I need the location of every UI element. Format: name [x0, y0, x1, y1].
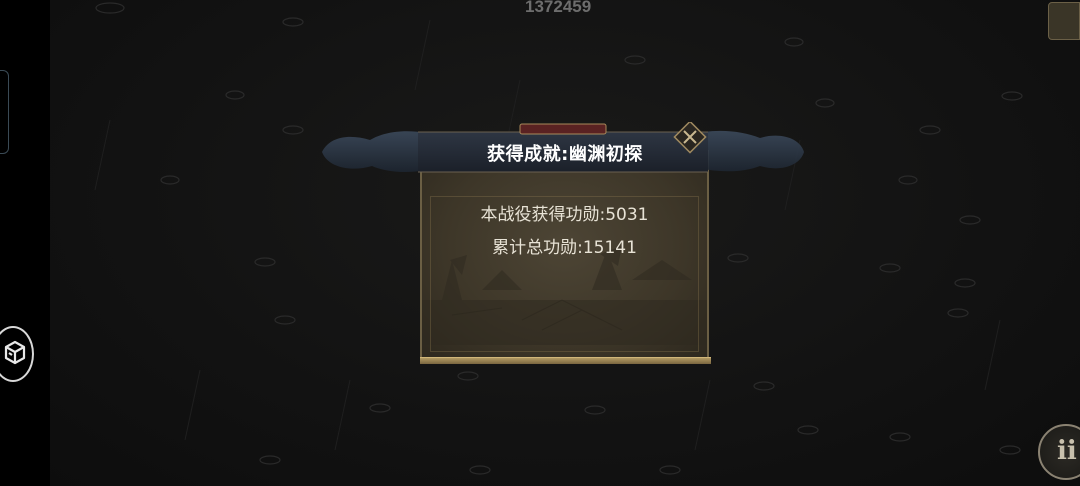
dialog-bottom-trim	[420, 357, 711, 364]
map-scroll-icon[interactable]	[1048, 2, 1080, 40]
total-merit-text: 累计总功勋:15141	[492, 238, 637, 258]
menu-box-icon	[4, 340, 26, 365]
score-counter: 1372459	[525, 0, 592, 16]
battle-merit-text: 本战役获得功勋:5031	[480, 205, 649, 225]
info-glyph: ii	[1057, 436, 1077, 466]
left-edge-bar	[0, 0, 50, 486]
achievement-dialog: 本战役获得功勋:5031 累计总功勋:15141	[420, 150, 711, 364]
achievement-title: 获得成就:幽渊初探	[487, 144, 643, 165]
